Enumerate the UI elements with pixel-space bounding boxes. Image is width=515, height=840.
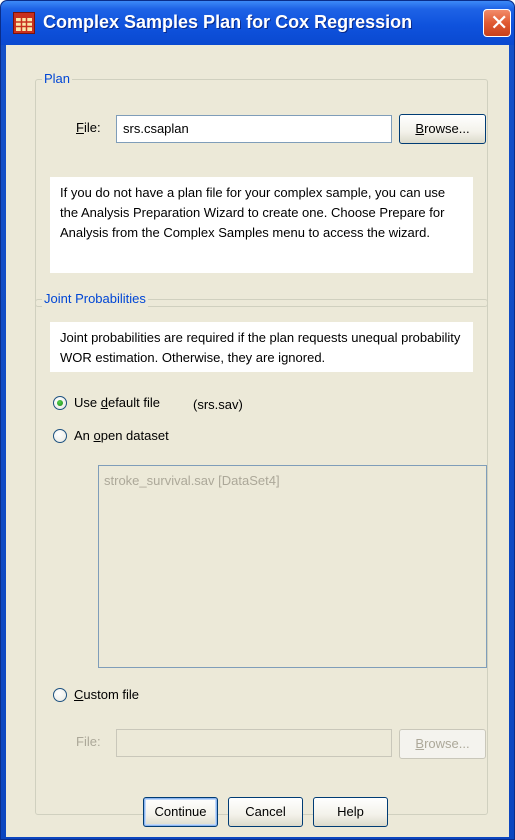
plan-file-input[interactable]: srs.csaplan [116,115,392,143]
close-button[interactable]: ✕ [483,9,511,37]
custom-file-field-label: File: [76,734,101,749]
use-default-file-label[interactable]: Use default file [74,395,160,410]
default-file-name: (srs.sav) [193,397,243,412]
help-button[interactable]: Help [313,797,388,827]
plan-file-label: File: [76,120,101,135]
open-dataset-label[interactable]: An open dataset [74,428,169,443]
window-title: Complex Samples Plan for Cox Regression [43,12,413,32]
plan-info-text: If you do not have a plan file for your … [50,177,473,273]
title-bar[interactable]: Complex Samples Plan for Cox Regression … [1,1,514,45]
dataset-list-item[interactable]: stroke_survival.sav [DataSet4] [104,473,280,488]
custom-file-radio[interactable] [53,688,67,702]
joint-probabilities-group-label: Joint Probabilities [42,291,148,307]
spss-table-icon [13,12,35,34]
dataset-listbox[interactable]: stroke_survival.sav [DataSet4] [98,465,487,668]
continue-button[interactable]: Continue [143,797,218,827]
joint-info-text: Joint probabilities are required if the … [50,322,473,372]
plan-group-label: Plan [42,71,73,87]
use-default-file-radio[interactable] [53,396,67,410]
dialog-body: Plan File: srs.csaplan Browse... If you … [6,45,509,837]
custom-file-label[interactable]: Custom file [74,687,139,702]
open-dataset-radio[interactable] [53,429,67,443]
custom-browse-button[interactable]: Browse... [399,729,486,759]
cancel-button[interactable]: Cancel [228,797,303,827]
custom-file-input[interactable] [116,729,392,757]
dialog-window: Complex Samples Plan for Cox Regression … [0,0,515,840]
close-icon: ✕ [490,10,509,35]
plan-browse-button[interactable]: Browse... [399,114,486,144]
